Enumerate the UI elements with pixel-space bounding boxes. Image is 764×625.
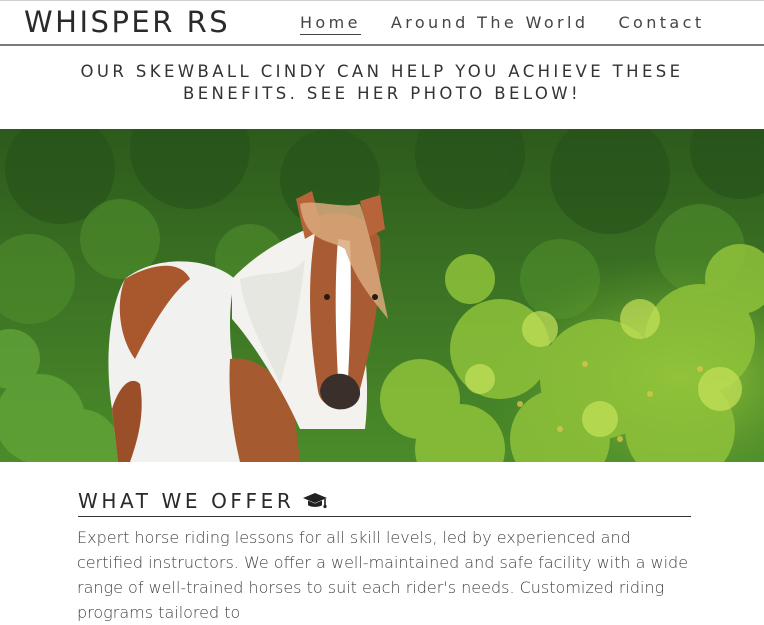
top-navigation-bar: WHISPER RS Home Around The World Contact — [0, 0, 764, 46]
section-title: WHAT WE OFFER — [78, 489, 295, 513]
horse-photo — [0, 129, 764, 462]
nav-contact-link[interactable]: Contact — [618, 13, 704, 35]
site-brand[interactable]: WHISPER RS — [24, 5, 230, 39]
nav-around-the-world-link[interactable]: Around The World — [391, 13, 589, 35]
graduation-cap-icon — [302, 492, 328, 510]
hero-tagline: OUR SKEWBALL CINDY CAN HELP YOU ACHIEVE … — [80, 62, 684, 103]
horse-photo-illustration — [0, 129, 764, 462]
what-we-offer-heading: WHAT WE OFFER — [78, 489, 691, 517]
offer-description: Expert horse riding lessons for all skil… — [77, 528, 689, 622]
nav-home-link[interactable]: Home — [300, 13, 361, 35]
main-nav: Home Around The World Contact — [300, 13, 735, 35]
